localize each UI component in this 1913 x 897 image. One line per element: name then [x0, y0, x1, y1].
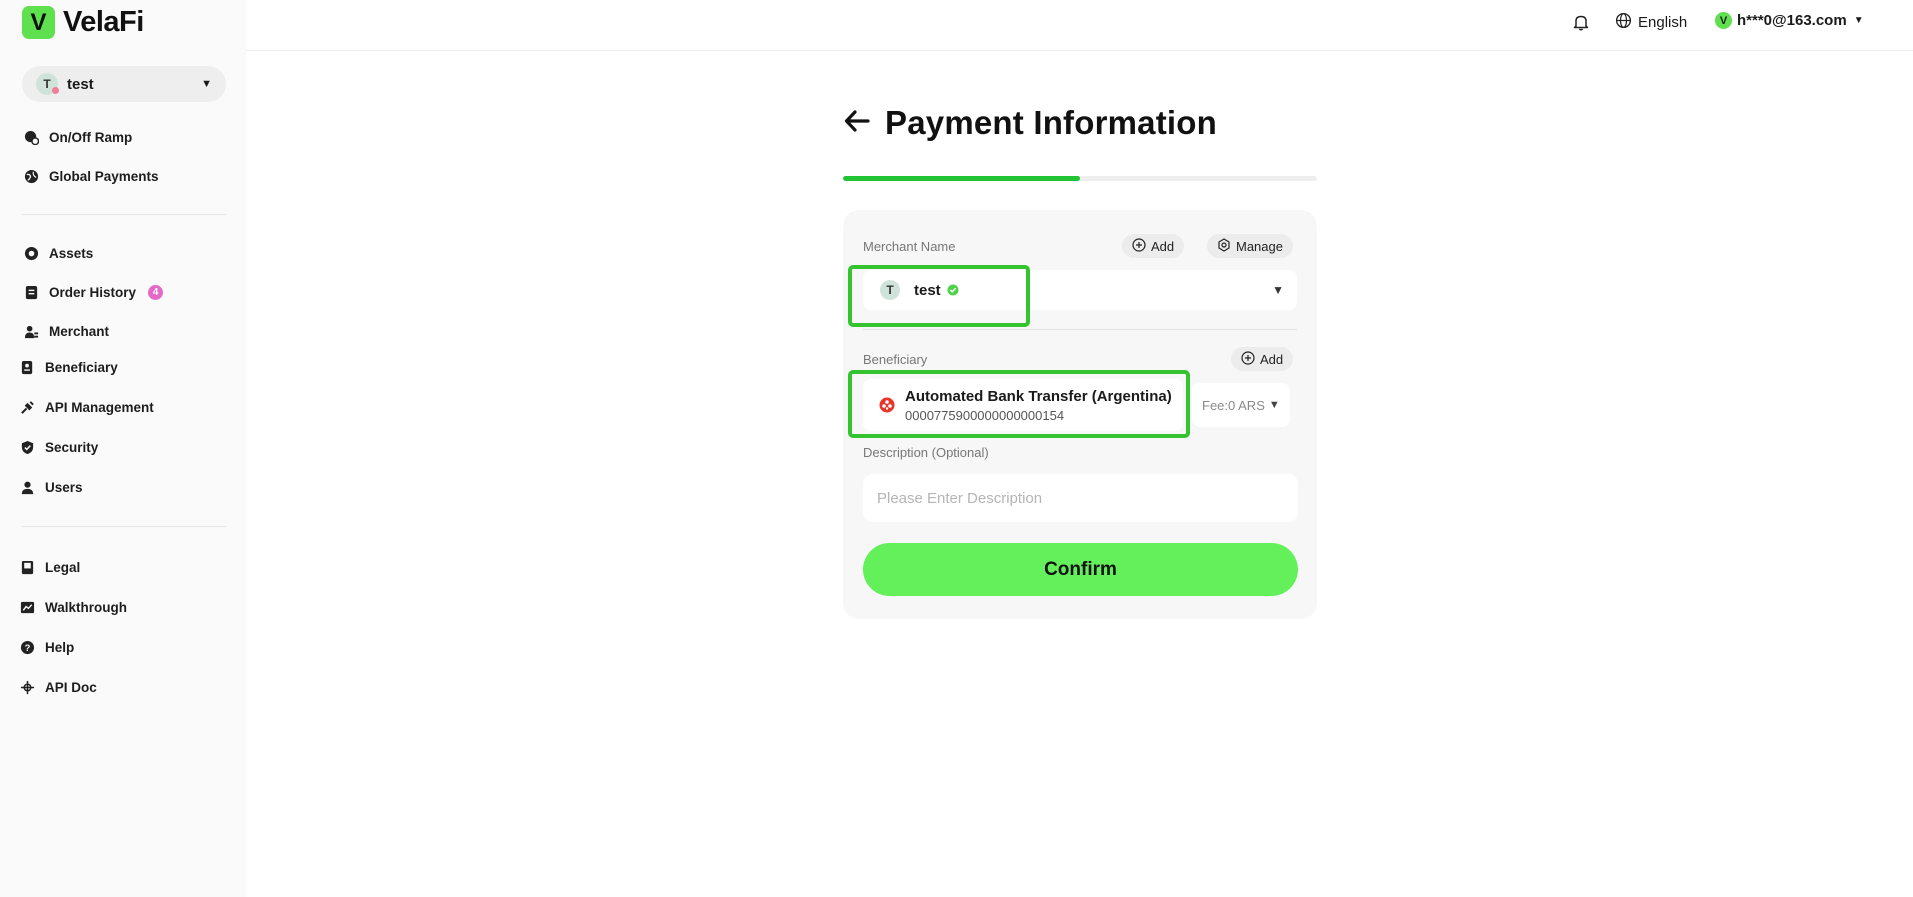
order-count-badge: 4: [148, 284, 164, 300]
description-label: Description (Optional): [863, 445, 989, 460]
chart-icon: [19, 599, 35, 615]
sidebar-item-label: Order History: [49, 284, 137, 300]
add-label: Add: [1151, 238, 1175, 254]
user-icon: [19, 479, 35, 495]
sidebar-item-users[interactable]: Users: [19, 476, 83, 498]
add-label: Add: [1260, 351, 1284, 367]
workspace-avatar: T: [36, 73, 59, 95]
user-email: h***0@163.com: [1737, 12, 1847, 29]
fee-value: Fee:0 ARS: [1202, 397, 1265, 413]
workspace-name: test: [67, 75, 94, 93]
sidebar-item-api-management[interactable]: API Management: [19, 396, 154, 418]
caret-down-icon: ▼: [1853, 15, 1864, 26]
link-icon: [19, 679, 35, 695]
merchant-name-label: Merchant Name: [863, 239, 956, 254]
sidebar-item-beneficiary[interactable]: Beneficiary: [19, 356, 118, 378]
document-icon: [23, 284, 39, 300]
sidebar-item-order-history[interactable]: Order History 4: [23, 281, 164, 303]
argentina-bank-icon: [879, 397, 895, 413]
sidebar-item-label: API Doc: [45, 679, 97, 695]
add-merchant-button[interactable]: Add: [1122, 234, 1185, 258]
confirm-button[interactable]: Confirm: [863, 543, 1298, 596]
beneficiary-label: Beneficiary: [863, 352, 928, 367]
ramp-icon: [23, 129, 39, 145]
help-icon: ?: [19, 639, 35, 655]
step-progress-fill: [843, 176, 1080, 181]
user-avatar: V: [1715, 12, 1732, 29]
caret-down-icon: ▼: [1272, 283, 1284, 297]
manage-label: Manage: [1236, 238, 1283, 254]
form-divider: [863, 329, 1297, 330]
bell-icon[interactable]: [1572, 13, 1590, 31]
sidebar-item-help[interactable]: ? Help: [19, 636, 74, 658]
sidebar-item-legal[interactable]: Legal: [19, 556, 80, 578]
workspace-selector[interactable]: T test ▼: [22, 66, 226, 102]
description-input[interactable]: [863, 474, 1298, 522]
svg-text:?: ?: [24, 642, 30, 652]
book-icon: [19, 559, 35, 575]
api-icon: [19, 399, 35, 415]
beneficiary-select[interactable]: Automated Bank Transfer (Argentina) 0000…: [863, 379, 1183, 431]
logo-mark: V: [22, 6, 55, 39]
add-beneficiary-button[interactable]: Add: [1231, 347, 1294, 371]
sidebar-item-label: Beneficiary: [45, 359, 118, 375]
verified-check-icon: [947, 284, 959, 296]
globe-icon: [23, 168, 39, 184]
back-arrow-icon[interactable]: [843, 107, 871, 140]
sidebar-item-global-payments[interactable]: Global Payments: [23, 165, 159, 187]
step-progress-bar: [843, 176, 1317, 181]
beneficiary-icon: [19, 359, 35, 375]
sidebar-divider: [22, 526, 226, 527]
sidebar-item-label: Users: [45, 479, 83, 495]
merchant-name-value: test: [914, 281, 941, 299]
merchant-select[interactable]: T test ▼: [863, 270, 1297, 310]
sidebar-item-security[interactable]: Security: [19, 436, 98, 458]
sidebar-item-merchant[interactable]: Merchant: [23, 320, 109, 342]
sidebar-item-label: API Management: [45, 399, 154, 415]
brand-logo[interactable]: V VelaFi: [22, 6, 144, 39]
fee-selector[interactable]: Fee:0 ARS ▼: [1192, 383, 1290, 427]
manage-merchant-button[interactable]: Manage: [1207, 234, 1293, 258]
sidebar-item-label: Security: [45, 439, 99, 455]
add-circle-icon: [1132, 237, 1146, 255]
sidebar-item-label: Merchant: [49, 323, 110, 339]
sidebar-item-label: Assets: [49, 245, 94, 261]
caret-down-icon: ▼: [1268, 399, 1280, 411]
sidebar-item-walkthrough[interactable]: Walkthrough: [19, 596, 127, 618]
beneficiary-name: Automated Bank Transfer (Argentina): [905, 387, 1172, 405]
sidebar-item-label: Walkthrough: [45, 599, 127, 615]
sidebar-item-label: On/Off Ramp: [49, 129, 133, 145]
sidebar-item-label: Help: [45, 639, 75, 655]
sidebar-item-assets[interactable]: Assets: [23, 242, 93, 264]
globe-icon: [1615, 12, 1632, 33]
page-header: Payment Information: [843, 104, 1217, 142]
user-menu[interactable]: V h***0@163.com ▼: [1715, 12, 1864, 29]
merchant-avatar: T: [880, 280, 900, 300]
merchant-icon: [23, 323, 39, 339]
page-title: Payment Information: [885, 104, 1218, 141]
brand-name: VelaFi: [63, 6, 144, 38]
sidebar-item-api-doc[interactable]: API Doc: [19, 676, 97, 698]
sidebar-item-on-off-ramp[interactable]: On/Off Ramp: [23, 126, 132, 148]
language-label: English: [1638, 14, 1688, 31]
language-selector[interactable]: English: [1615, 12, 1687, 33]
beneficiary-account-number: 0000775900000000000154: [905, 407, 1065, 423]
sidebar-item-label: Global Payments: [49, 168, 159, 184]
sidebar-item-label: Legal: [45, 559, 81, 575]
sidebar-divider: [22, 214, 226, 215]
gear-icon: [1217, 237, 1231, 255]
sidebar: V VelaFi T test ▼ On/Off Ramp Global Pay…: [0, 0, 246, 897]
caret-down-icon: ▼: [201, 78, 212, 90]
shield-icon: [19, 439, 35, 455]
coin-icon: [23, 245, 39, 261]
add-circle-icon: [1241, 350, 1255, 368]
